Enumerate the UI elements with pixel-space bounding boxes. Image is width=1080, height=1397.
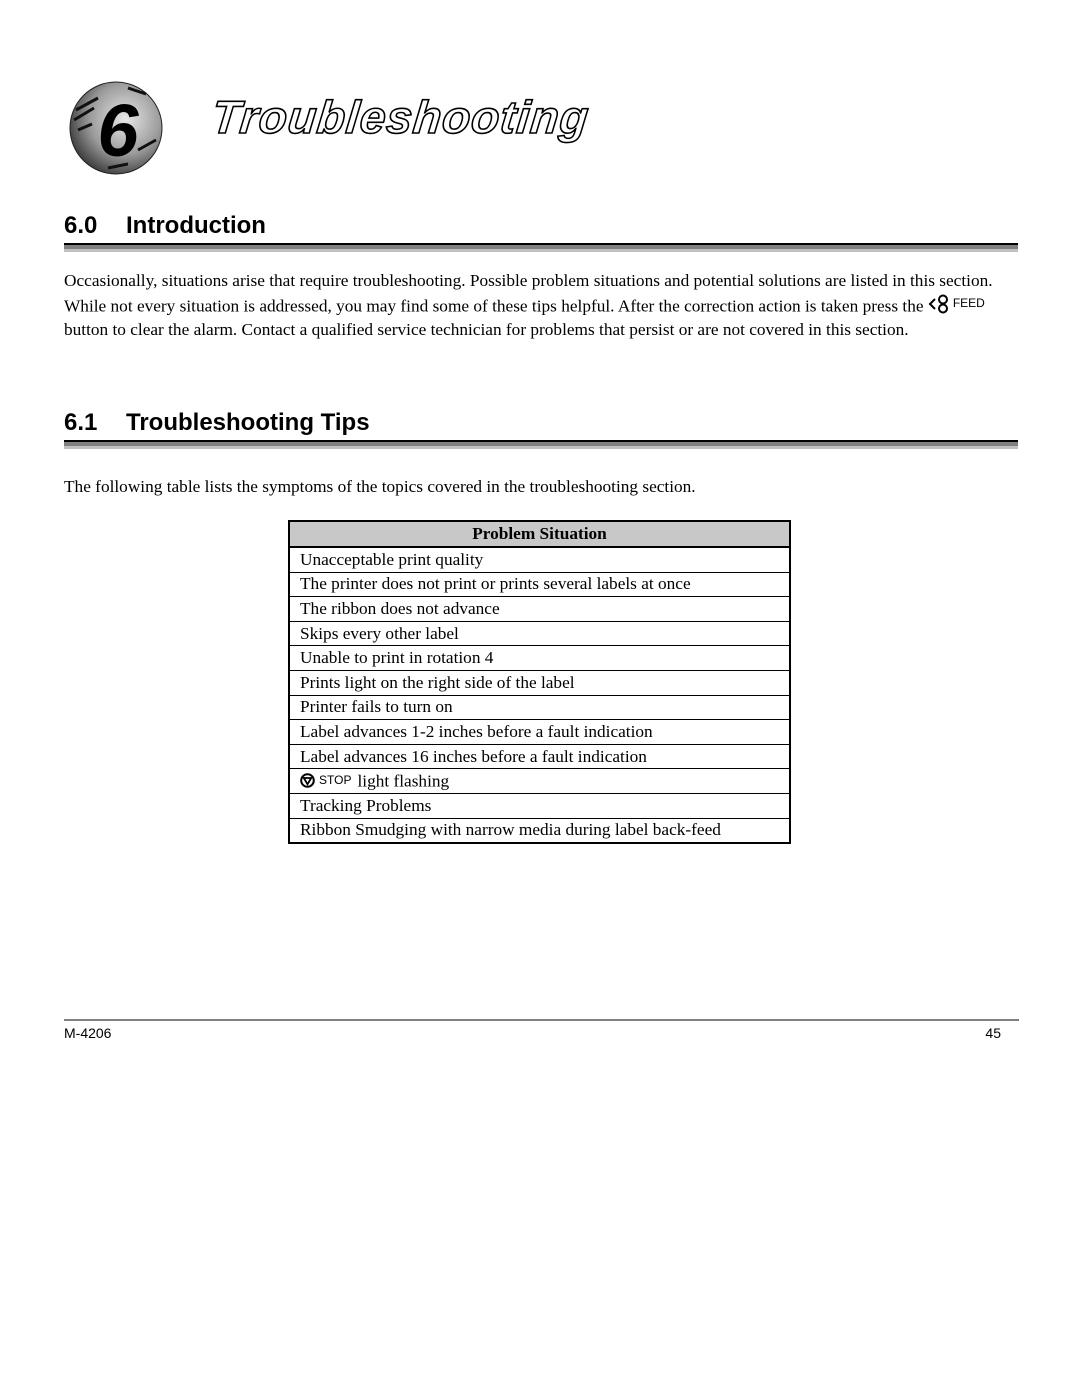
- stop-label: STOP: [319, 773, 352, 788]
- stop-button-reference: STOP: [300, 769, 357, 791]
- table-row: The ribbon does not advance: [289, 596, 790, 622]
- table-cell: Skips every other label: [289, 620, 790, 646]
- section-rule: [64, 243, 1018, 252]
- table-row: Ribbon Smudging with narrow media during…: [289, 817, 790, 844]
- chapter-header: 6 Troubleshooting: [64, 78, 593, 178]
- footer-rule: [64, 1019, 1019, 1021]
- table-row: Unable to print in rotation 4: [289, 645, 790, 671]
- section-title: Troubleshooting Tips: [126, 409, 370, 436]
- section-heading-troubleshooting-tips: 6.1 Troubleshooting Tips: [64, 409, 370, 437]
- table-row: The printer does not print or prints sev…: [289, 571, 790, 597]
- table-row: Label advances 16 inches before a fault …: [289, 743, 790, 769]
- intro-text-continued: button to clear the alarm. Contact a qua…: [64, 319, 909, 339]
- table-cell: Label advances 16 inches before a fault …: [289, 743, 790, 769]
- table-row: Unacceptable print quality: [289, 546, 790, 573]
- chapter-globe-icon: 6: [69, 81, 163, 175]
- footer-page-number: 45: [985, 1025, 1001, 1041]
- chapter-title: Troubleshooting: [208, 90, 592, 144]
- table-row: Printer fails to turn on: [289, 694, 790, 720]
- section-rule: [64, 440, 1018, 449]
- table-header: Problem Situation: [289, 521, 790, 548]
- table-row: STOP light flashing: [289, 768, 790, 794]
- table-row: Label advances 1-2 inches before a fault…: [289, 719, 790, 745]
- table-row: Prints light on the right side of the la…: [289, 669, 790, 696]
- section-number: 6.0: [64, 212, 98, 239]
- table-cell: Tracking Problems: [289, 792, 790, 819]
- table-row: Skips every other label: [289, 620, 790, 646]
- stop-row-text: light flashing: [357, 771, 450, 791]
- feed-label: FEED: [952, 296, 985, 310]
- stop-icon: [300, 773, 315, 788]
- table-cell: Ribbon Smudging with narrow media during…: [289, 817, 790, 844]
- feed-button-reference: FEED: [928, 292, 985, 315]
- problem-situation-table: Problem Situation Unacceptable print qua…: [288, 520, 791, 845]
- table-cell: Printer fails to turn on: [289, 694, 790, 720]
- chapter-number: 6: [97, 89, 139, 172]
- section-heading-introduction: 6.0 Introduction: [64, 212, 266, 240]
- section-title: Introduction: [126, 212, 266, 239]
- table-cell: Prints light on the right side of the la…: [289, 669, 790, 696]
- table-cell: Label advances 1-2 inches before a fault…: [289, 719, 790, 745]
- table-row: Tracking Problems: [289, 792, 790, 819]
- table-header-row: Problem Situation: [289, 521, 790, 548]
- table-cell: STOP light flashing: [289, 768, 790, 794]
- tips-intro-paragraph: The following table lists the symptoms o…: [64, 477, 696, 496]
- footer-doc-number: M-4206: [64, 1025, 112, 1041]
- intro-text: Occasionally, situations arise that requ…: [64, 271, 993, 316]
- table-cell: The printer does not print or prints sev…: [289, 571, 790, 597]
- table-cell: Unacceptable print quality: [289, 546, 790, 573]
- section-number: 6.1: [64, 409, 98, 436]
- intro-paragraph: Occasionally, situations arise that requ…: [64, 269, 1018, 341]
- feed-icon: [928, 294, 948, 313]
- table-cell: The ribbon does not advance: [289, 596, 790, 622]
- table-cell: Unable to print in rotation 4: [289, 645, 790, 671]
